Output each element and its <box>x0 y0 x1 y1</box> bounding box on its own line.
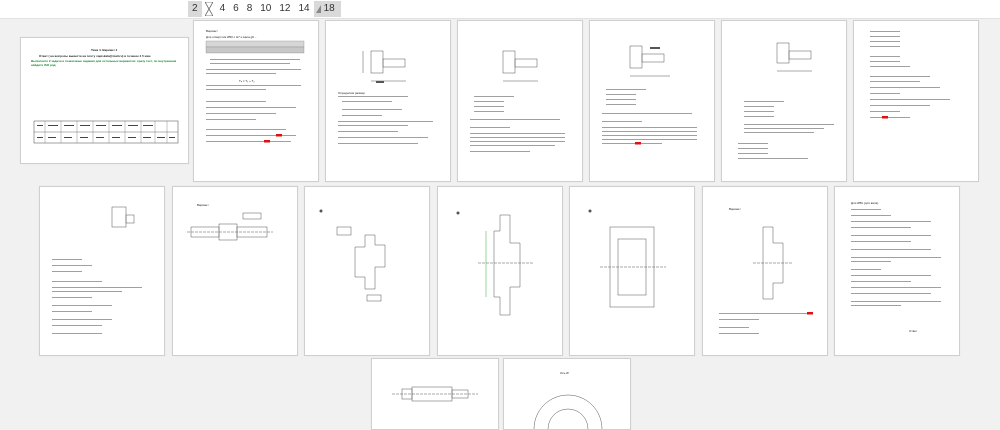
page2-content <box>205 40 305 143</box>
zoom-level-14[interactable]: 14 <box>295 1 314 17</box>
zoom-level-12[interactable]: 12 <box>275 1 294 17</box>
page11-drawing <box>456 211 533 316</box>
page16-footer: Ответ <box>909 329 918 333</box>
page-thumbnail-15[interactable] <box>371 358 499 430</box>
zoom-level-2[interactable]: 2 <box>188 1 202 17</box>
page8-content <box>52 206 142 334</box>
page2-formula: Tₙ = T₁ + T₂ <box>239 79 255 83</box>
page-thumbnail-1[interactable]: Тема 4. Вариант 4 Ответ ( на вопросы выв… <box>20 37 189 164</box>
zoom-level-10[interactable]: 10 <box>256 1 275 17</box>
page-thumbnail-4[interactable] <box>457 20 583 182</box>
page-thumbnail-3[interactable]: Определим размер <box>325 20 451 182</box>
page5-drawing <box>602 45 697 145</box>
page-thumbnail-12[interactable] <box>569 186 695 356</box>
zoom-level-8[interactable]: 8 <box>243 1 257 17</box>
page10-bushing-drawing <box>319 209 386 302</box>
page-thumbnail-6[interactable] <box>721 20 847 182</box>
page-thumbnail-14[interactable]: Для Ø50 (для вала) Ответ <box>834 186 960 356</box>
zoom-slider-handle-icon[interactable] <box>204 2 213 16</box>
zoom-level-4[interactable]: 4 <box>216 1 230 17</box>
zoom-level-6[interactable]: 6 <box>229 1 243 17</box>
page9-shaft-drawing <box>187 212 273 241</box>
zoom-level-18[interactable]: 18 <box>313 1 341 17</box>
page3-drawing <box>338 50 433 144</box>
page-thumbnail-16[interactable]: Ось Ø <box>503 358 631 430</box>
page12-drawing <box>588 209 666 308</box>
page7-content <box>870 31 950 119</box>
page-thumbnail-11[interactable] <box>437 186 563 356</box>
page-thumbnail-9[interactable]: Вариант <box>172 186 298 356</box>
page-thumbnail-2[interactable]: Вариант Для отверстия Ø50 с H7 и вала g6… <box>193 20 319 182</box>
page-thumbnail-7[interactable] <box>853 20 979 182</box>
page6-drawing <box>738 42 834 159</box>
page3-caption: Определим размер <box>338 91 365 95</box>
page1-table <box>33 120 179 144</box>
page4-drawing <box>470 50 565 152</box>
zoom-toolbar: 2 3 4 6 8 10 12 14 18 <box>0 0 1000 19</box>
page14-content <box>851 209 941 306</box>
page-thumbnail-5[interactable] <box>589 20 715 182</box>
page-thumbnail-8[interactable] <box>39 186 165 356</box>
page-thumbnail-10[interactable] <box>304 186 430 356</box>
page-thumbnail-13[interactable]: Вариант <box>702 186 828 356</box>
page13-drawing <box>719 226 813 334</box>
zoom-level-bar: 2 3 4 6 8 10 12 14 18 <box>188 1 341 17</box>
